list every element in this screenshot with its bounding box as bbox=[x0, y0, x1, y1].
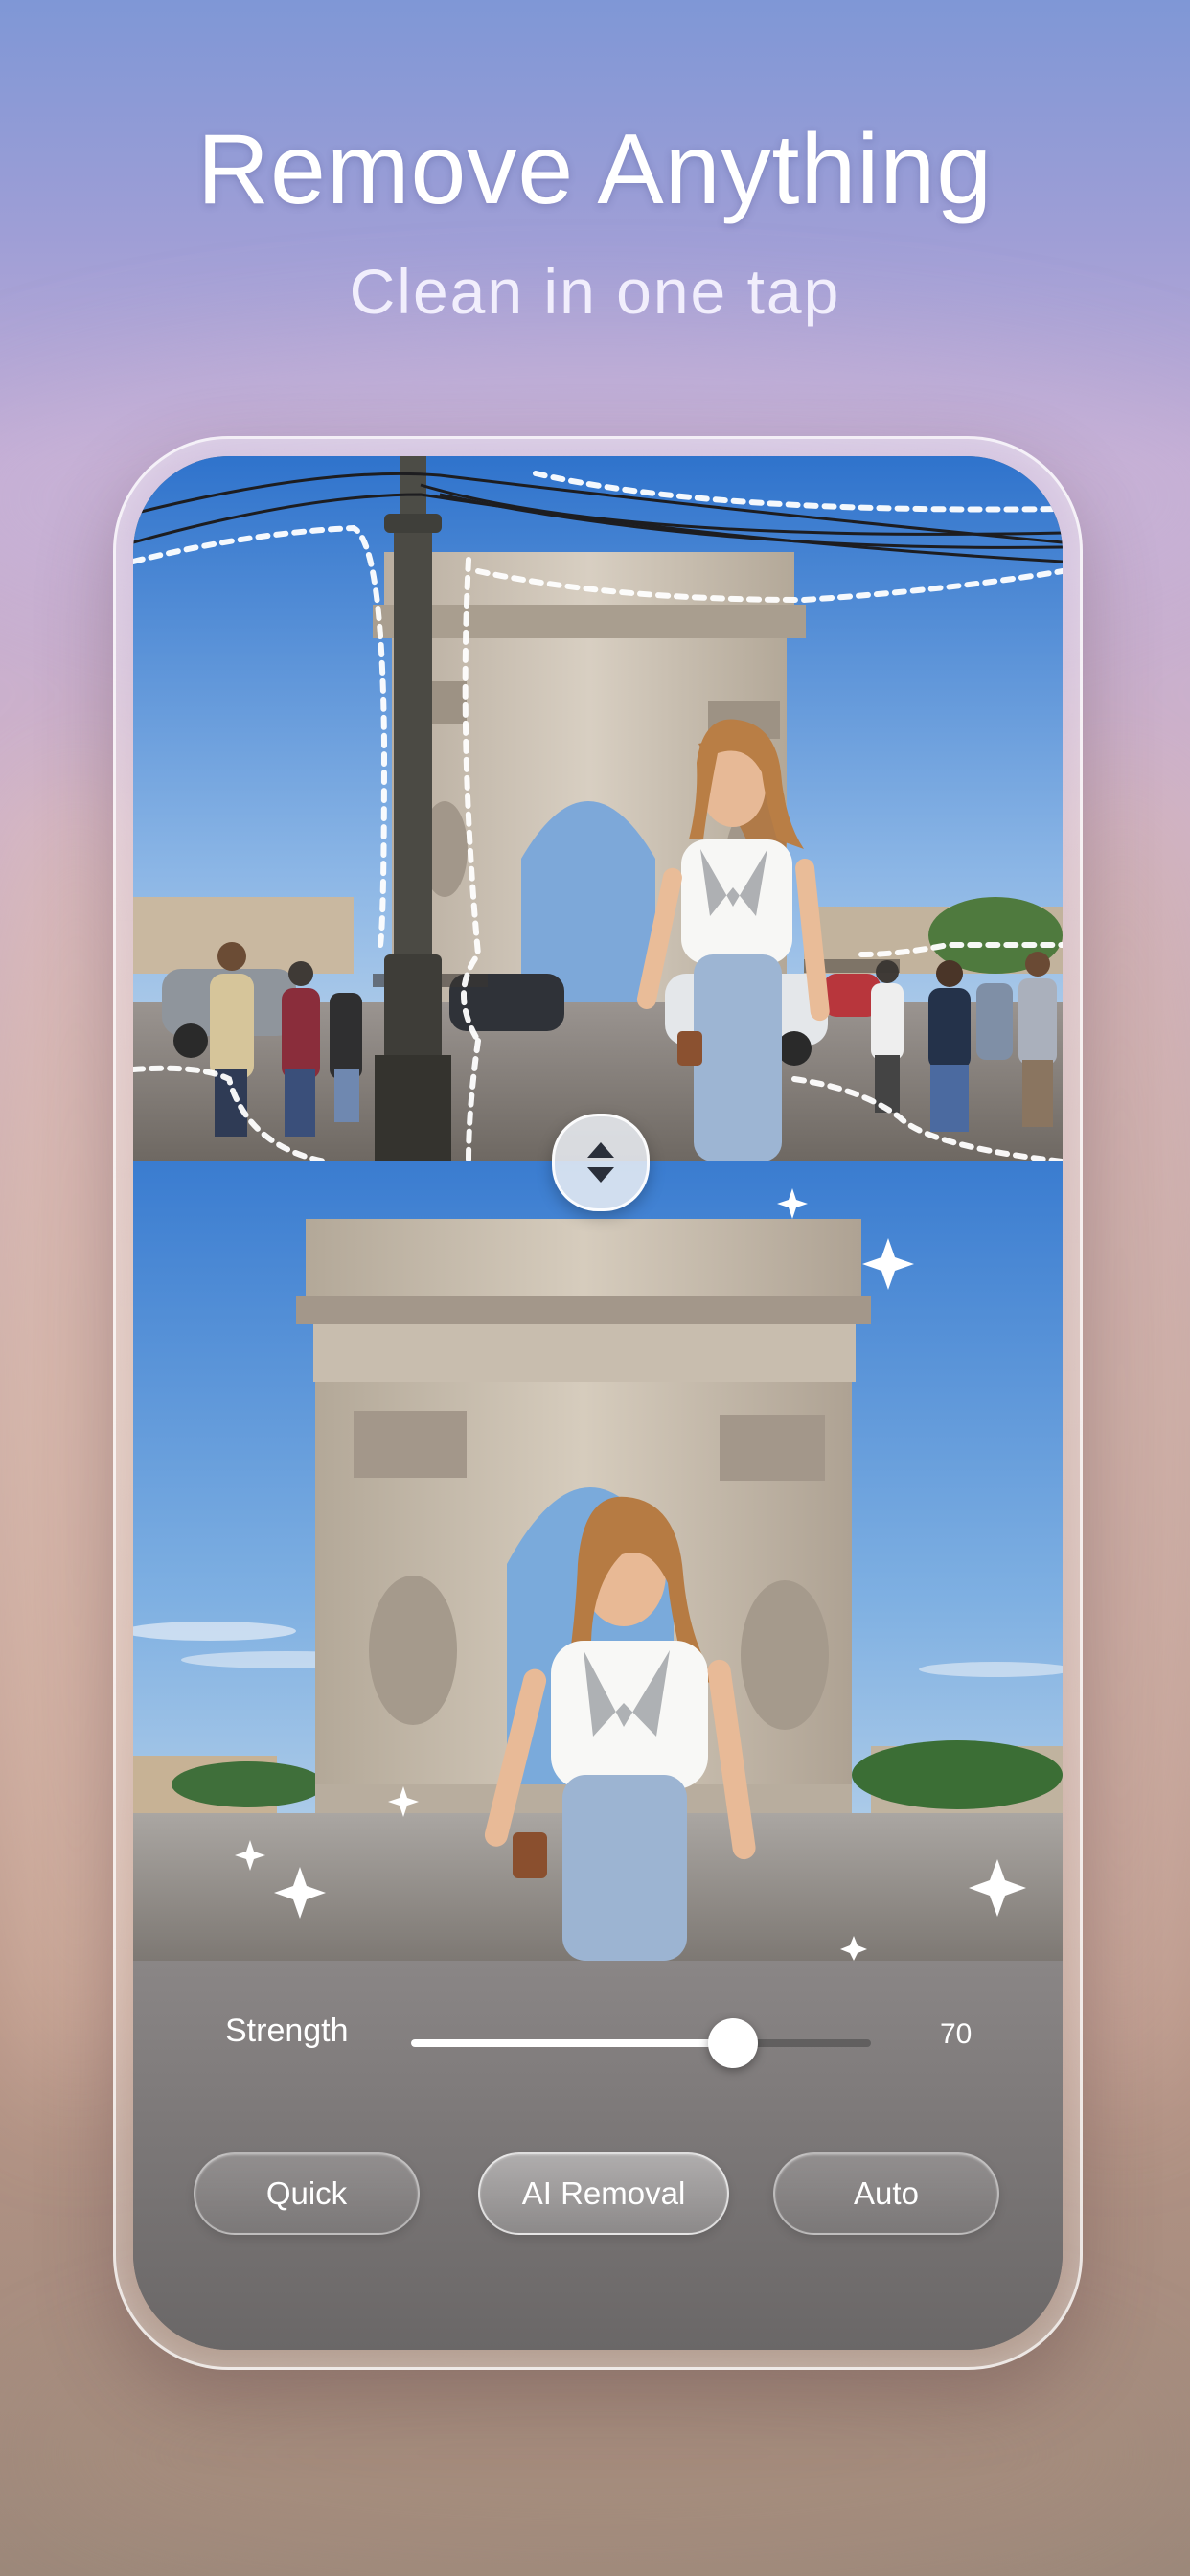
compare-divider-handle[interactable] bbox=[552, 1114, 650, 1211]
mode-quick-button[interactable]: Quick bbox=[194, 2152, 420, 2235]
strength-slider-track[interactable] bbox=[411, 2039, 871, 2047]
mode-ai-removal-button[interactable]: AI Removal bbox=[478, 2152, 729, 2235]
strength-slider-fill bbox=[411, 2039, 733, 2047]
editor-screen: Strength 70 Quick AI Removal Auto bbox=[133, 456, 1063, 2350]
phone-mockup: Strength 70 Quick AI Removal Auto bbox=[113, 436, 1083, 2370]
strength-label: Strength bbox=[225, 2012, 349, 2049]
up-down-arrows-icon bbox=[587, 1142, 614, 1183]
page-title: Remove Anything bbox=[196, 114, 994, 225]
strength-slider-thumb[interactable] bbox=[708, 2018, 758, 2068]
after-photo[interactable] bbox=[133, 1162, 1063, 1961]
strength-value: 70 bbox=[940, 2018, 973, 2050]
mode-auto-button[interactable]: Auto bbox=[773, 2152, 999, 2235]
before-photo[interactable] bbox=[133, 456, 1063, 1162]
page-subtitle: Clean in one tap bbox=[349, 256, 841, 327]
